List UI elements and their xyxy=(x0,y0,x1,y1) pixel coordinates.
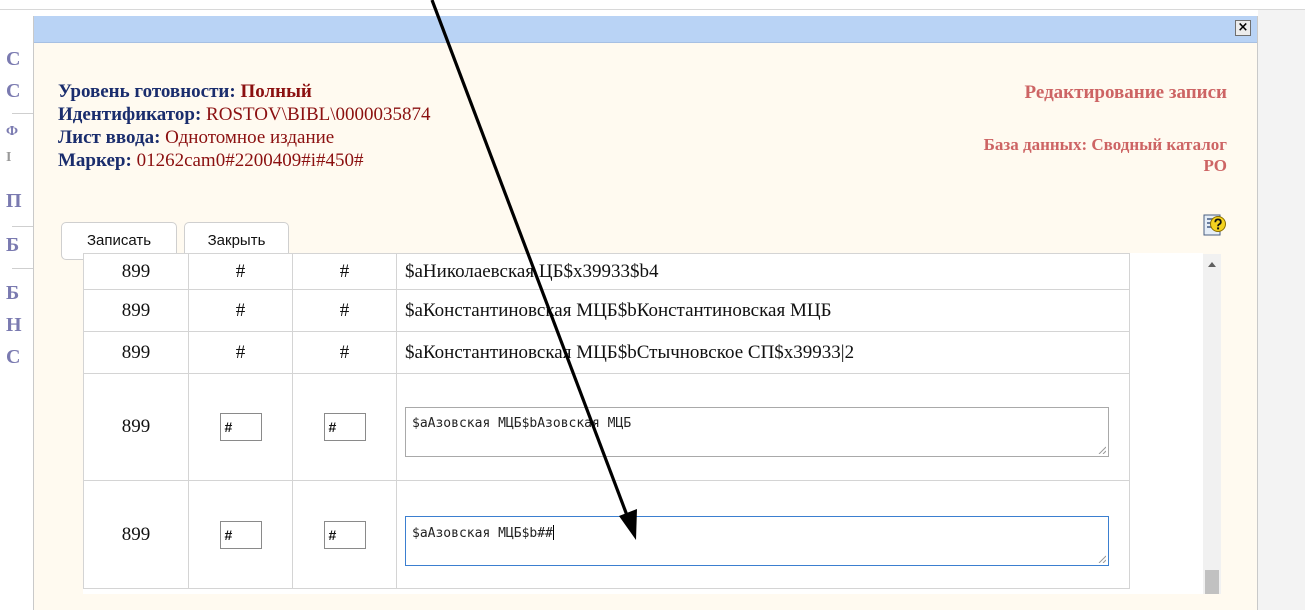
fields-table: 899 # # $аНиколаевская ЦБ$x39933$b4 899 … xyxy=(83,253,1130,589)
indicator-2-input[interactable]: # xyxy=(323,520,366,549)
field-tag: 899 xyxy=(83,253,189,290)
background-divider xyxy=(12,113,34,114)
field-value: $аНиколаевская ЦБ$x39933$b4 xyxy=(396,253,1130,290)
marker-value: 01262cam0#2200409#i#450# xyxy=(136,150,364,171)
background-text: Б xyxy=(6,282,20,304)
background-text: С xyxy=(6,346,21,368)
field-value-textarea-active[interactable]: $аАзовская МЦБ$b## xyxy=(405,515,1109,566)
field-indicator-2: # xyxy=(292,253,397,290)
status-value: Полный xyxy=(240,81,312,102)
background-sidebar xyxy=(1258,10,1305,610)
background-text: П xyxy=(6,190,22,212)
indicator-1-cell: # xyxy=(188,373,293,481)
database-label: База данных: Сводный каталог РО xyxy=(983,135,1227,175)
background-text: Б xyxy=(6,234,20,256)
field-indicator-1: # xyxy=(188,331,293,374)
status-line: Уровень готовности: Полный xyxy=(58,80,431,103)
field-value-text: $аАзовская МЦБ$bАзовская МЦБ xyxy=(412,416,632,431)
identifier-value: ROSTOV\BIBL\0000035874 xyxy=(206,104,431,125)
background-divider xyxy=(12,226,34,227)
record-info: Уровень готовности: Полный Идентификатор… xyxy=(58,80,431,172)
indicator-2-cell: # xyxy=(292,373,397,481)
resize-grip-icon[interactable] xyxy=(1098,555,1106,563)
field-value: $аКонстантиновская МЦБ$bСтычновское СП$x… xyxy=(396,331,1130,374)
table-row: 899 # # $аАзовская МЦБ$b## xyxy=(83,480,1130,589)
field-tag: 899 xyxy=(83,373,189,481)
field-value-textarea[interactable]: $аАзовская МЦБ$bАзовская МЦБ xyxy=(405,407,1109,457)
text-caret xyxy=(552,524,554,540)
marker-label: Маркер: xyxy=(58,150,132,171)
background-text: Ф xyxy=(6,124,19,139)
identifier-line: Идентификатор: ROSTOV\BIBL\0000035874 xyxy=(58,103,431,126)
status-label: Уровень готовности: xyxy=(58,81,236,102)
table-row: 899 # # $аНиколаевская ЦБ$x39933$b4 xyxy=(83,253,1130,290)
field-value: $аКонстантиновская МЦБ$bКонстантиновская… xyxy=(396,289,1130,332)
field-indicator-2: # xyxy=(292,289,397,332)
field-value-text: $аАзовская МЦБ$b## xyxy=(412,525,553,541)
input-sheet-line: Лист ввода: Однотомное издание xyxy=(58,126,431,149)
background-text: Н xyxy=(6,314,22,336)
field-indicator-2: # xyxy=(292,331,397,374)
fields-table-container: 899 # # $аНиколаевская ЦБ$x39933$b4 899 … xyxy=(83,253,1203,594)
table-row: 899 # # $аКонстантиновская МЦБ$bКонстант… xyxy=(83,289,1130,332)
indicator-2-cell: # xyxy=(292,480,397,589)
dialog-title: Редактирование записи xyxy=(1024,82,1227,103)
scroll-up-icon[interactable] xyxy=(1208,262,1216,267)
field-indicator-1: # xyxy=(188,289,293,332)
dialog-titlebar[interactable]: × xyxy=(34,16,1257,43)
field-tag: 899 xyxy=(83,331,189,374)
field-value-cell: $аАзовская МЦБ$bАзовская МЦБ xyxy=(396,373,1130,481)
resize-grip-icon[interactable] xyxy=(1098,446,1106,454)
field-indicator-1: # xyxy=(188,253,293,290)
scrollbar-thumb[interactable] xyxy=(1205,570,1219,594)
field-tag: 899 xyxy=(83,480,189,589)
background-text: С xyxy=(6,48,21,70)
indicator-1-cell: # xyxy=(188,480,293,589)
indicator-1-input[interactable]: # xyxy=(219,413,262,441)
input-sheet-label: Лист ввода: xyxy=(58,127,161,148)
background-text: І xyxy=(6,150,12,165)
input-sheet-value: Однотомное издание xyxy=(165,127,335,148)
indicator-1-input[interactable]: # xyxy=(219,520,262,549)
help-icon[interactable] xyxy=(1203,212,1227,238)
background-text: С xyxy=(6,80,21,102)
field-tag: 899 xyxy=(83,289,189,332)
table-row: 899 # # $аКонстантиновская МЦБ$bСтычновс… xyxy=(83,331,1130,374)
table-row: 899 # # $аАзовская МЦБ$bАзовская МЦБ xyxy=(83,373,1130,481)
identifier-label: Идентификатор: xyxy=(58,104,202,125)
background-divider xyxy=(12,268,34,269)
background-divider xyxy=(0,9,1305,10)
close-icon[interactable]: × xyxy=(1235,20,1251,36)
marker-line: Маркер: 01262cam0#2200409#i#450# xyxy=(58,149,431,172)
table-scrollbar[interactable] xyxy=(1203,254,1221,594)
indicator-2-input[interactable]: # xyxy=(323,413,366,441)
field-value-cell: $аАзовская МЦБ$b## xyxy=(396,480,1130,589)
